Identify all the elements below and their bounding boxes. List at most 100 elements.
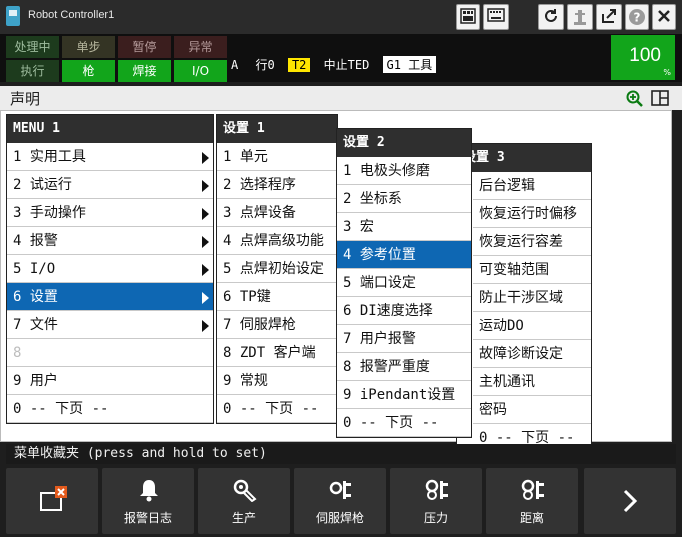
setup-menu-2-item-label: 6 DI速度选择 xyxy=(343,303,433,319)
setup-menu-1-item-label: 8 ZDT 客户端 xyxy=(223,345,316,361)
submenu-arrow-icon xyxy=(202,152,209,164)
export-icon xyxy=(602,9,616,23)
main-menu-item[interactable]: 3 手动操作 xyxy=(7,199,213,227)
servo-gun-button[interactable]: 伺服焊枪 xyxy=(294,468,386,534)
led-run: 执行 xyxy=(6,60,59,82)
export-button[interactable] xyxy=(596,4,622,30)
tool-tag: T2 xyxy=(287,57,311,72)
alarm-log-button[interactable]: 报警日志 xyxy=(102,468,194,534)
setup-menu-2-item[interactable]: 8 报警严重度 xyxy=(337,353,471,381)
setup-menu-2-item[interactable]: 0 -- 下页 -- xyxy=(337,409,471,437)
main-menu-item-label: 2 试运行 xyxy=(13,177,72,193)
setup-menu-2-item-label: 1 电极头修磨 xyxy=(343,163,430,179)
status-panel: 处理中 单步 暂停 异常 执行 枪 焊接 I/O A 行0 T2 中止TED G… xyxy=(0,34,682,82)
setup-menu-3-item-label: 防止干涉区域 xyxy=(479,290,563,306)
setup-menu-1: 设置 1 1 单元 2 选择程序 3 点焊设备 4 点焊高级功能 5 点焊初始设定 6 T… xyxy=(216,114,338,424)
next-page-button[interactable] xyxy=(584,468,676,534)
main-menu-item-label: 9 用户 xyxy=(13,373,58,389)
main-menu-item-label: 0 -- 下页 -- xyxy=(13,401,109,417)
main-menu-item[interactable]: 0 -- 下页 -- xyxy=(7,395,213,423)
override-unit: % xyxy=(663,68,671,77)
alarm-log-label: 报警日志 xyxy=(123,511,172,525)
main-menu-item[interactable]: 4 报警 xyxy=(7,227,213,255)
setup-menu-3-item[interactable]: 故障诊断设定 xyxy=(473,340,591,368)
setup-menu-1-item[interactable]: 3 点焊设备 xyxy=(217,199,337,227)
main-menu-item[interactable]: 8 xyxy=(7,339,213,367)
setup-menu-3-item-label: 主机通讯 xyxy=(479,374,535,390)
new-window-icon xyxy=(40,486,67,511)
setup-menu-3-title: 设置 3 xyxy=(457,144,591,172)
keyboard-icon-button[interactable] xyxy=(483,4,509,30)
production-button[interactable]: 生产 xyxy=(198,468,290,534)
main-menu-item[interactable]: 1 实用工具 xyxy=(7,143,213,171)
led-weld: 焊接 xyxy=(118,60,171,82)
pressure-button[interactable]: 压力 xyxy=(390,468,482,534)
main-menu-item[interactable]: 9 用户 xyxy=(7,367,213,395)
main-menu-item-label: 5 I/O xyxy=(13,261,56,277)
setup-menu-2-item[interactable]: 7 用户报警 xyxy=(337,325,471,353)
setup-menu-1-item-label: 1 单元 xyxy=(223,149,268,165)
setup-menu-2-item[interactable]: 2 坐标系 xyxy=(337,185,471,213)
main-menu-item[interactable]: 6 设置 xyxy=(7,283,213,311)
distance-button[interactable]: 距离 xyxy=(486,468,578,534)
setup-menu-2-item[interactable]: 4 参考位置 xyxy=(337,241,471,269)
setup-menu-3-item-label: 恢复运行时偏移 xyxy=(479,206,577,222)
setup-menu-1-item[interactable]: 7 伺服焊枪 xyxy=(217,311,337,339)
speed-override[interactable]: 100 % xyxy=(611,35,675,80)
submenu-arrow-icon xyxy=(202,292,209,304)
help-button[interactable]: ? xyxy=(625,4,649,30)
setup-menu-2-item[interactable]: 5 端口设定 xyxy=(337,269,471,297)
refresh-button[interactable] xyxy=(538,4,564,30)
setup-menu-3-item[interactable]: 密码 xyxy=(473,396,591,424)
pressure-gear-icon xyxy=(425,479,448,500)
keypad-icon-button[interactable] xyxy=(456,4,480,30)
setup-menu-2-item[interactable]: 9 iPendant设置 xyxy=(337,381,471,409)
menu-favorites-bar[interactable]: 菜单收藏夹 (press and hold to set) xyxy=(6,444,676,464)
split-layout-icon[interactable] xyxy=(651,90,669,106)
program-status-line: A 行0 T2 中止TED G1 工具 xyxy=(231,56,437,76)
robot-arm-icon xyxy=(574,10,586,25)
main-menu-item-label: 6 设置 xyxy=(13,289,58,305)
setup-menu-3-item[interactable]: 恢复运行容差 xyxy=(473,228,591,256)
setup-menu-1-item[interactable]: 9 常规 xyxy=(217,367,337,395)
setup-menu-1-item[interactable]: 0 -- 下页 -- xyxy=(217,395,337,423)
setup-menu-3-item[interactable]: 主机通讯 xyxy=(473,368,591,396)
main-menu-item-label: 1 实用工具 xyxy=(13,149,86,165)
setup-menu-1-item[interactable]: 8 ZDT 客户端 xyxy=(217,339,337,367)
main-menu-item-label: 7 文件 xyxy=(13,317,58,333)
main-menu-item-label: 3 手动操作 xyxy=(13,205,86,221)
pressure-label: 压力 xyxy=(423,511,448,525)
setup-menu-1-item[interactable]: 5 点焊初始设定 xyxy=(217,255,337,283)
setup-menu-1-item-label: 6 TP键 xyxy=(223,289,271,305)
submenu-arrow-icon xyxy=(202,264,209,276)
setup-menu-1-item[interactable]: 6 TP键 xyxy=(217,283,337,311)
led-gun: 枪 xyxy=(62,60,115,82)
setup-menu-1-item[interactable]: 4 点焊高级功能 xyxy=(217,227,337,255)
setup-menu-3-item[interactable]: 防止干涉区域 xyxy=(473,284,591,312)
submenu-arrow-icon xyxy=(202,236,209,248)
setup-menu-1-item-label: 2 选择程序 xyxy=(223,177,296,193)
main-menu-item[interactable]: 2 试运行 xyxy=(7,171,213,199)
setup-menu-1-item[interactable]: 2 选择程序 xyxy=(217,171,337,199)
setup-menu-2-item[interactable]: 3 宏 xyxy=(337,213,471,241)
production-gear-icon xyxy=(233,479,257,502)
main-menu-item[interactable]: 7 文件 xyxy=(7,311,213,339)
setup-menu-3-item[interactable]: 恢复运行时偏移 xyxy=(473,200,591,228)
setup-menu-3-item-label: 可变轴范围 xyxy=(479,262,549,278)
robot-status-button[interactable] xyxy=(567,4,593,30)
setup-menu-3-item[interactable]: 后台逻辑 xyxy=(473,172,591,200)
page-header: 声明 xyxy=(0,86,682,110)
setup-menu-3-item[interactable]: 运动DO xyxy=(473,312,591,340)
setup-menu-2-item-label: 0 -- 下页 -- xyxy=(343,415,439,431)
mode-indicator: A xyxy=(231,57,239,72)
close-button[interactable] xyxy=(652,4,676,30)
main-menu: MENU 1 1 实用工具 2 试运行 3 手动操作 4 报警 5 I/O 6 设置 7 文… xyxy=(6,114,214,424)
main-menu-item[interactable]: 5 I/O xyxy=(7,255,213,283)
frame-label: G1 工具 xyxy=(382,56,437,73)
setup-menu-3-item[interactable]: 可变轴范围 xyxy=(473,256,591,284)
setup-menu-2-item[interactable]: 1 电极头修磨 xyxy=(337,157,471,185)
new-window-button[interactable] xyxy=(6,468,98,534)
setup-menu-1-item[interactable]: 1 单元 xyxy=(217,143,337,171)
zoom-in-icon[interactable] xyxy=(626,90,643,107)
setup-menu-2-item[interactable]: 6 DI速度选择 xyxy=(337,297,471,325)
